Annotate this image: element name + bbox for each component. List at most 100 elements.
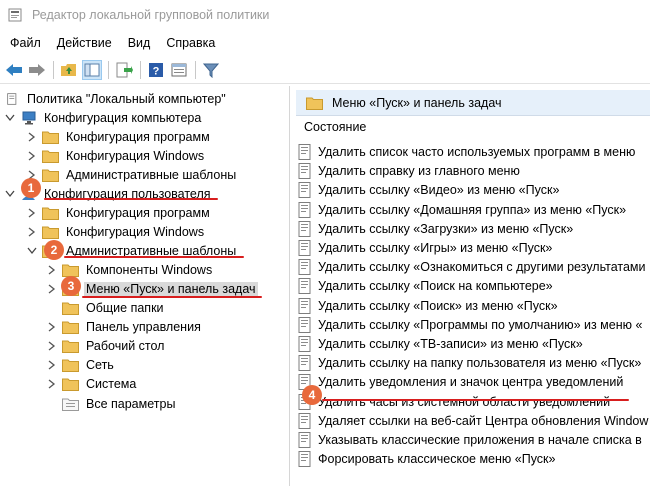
tree-item-cc-admin[interactable]: Административные шаблоны — [26, 165, 238, 184]
policy-row[interactable]: Удалить ссылку «Домашняя группа» из меню… — [298, 200, 626, 219]
tree-item-uc-programs[interactable]: Конфигурация программ — [26, 203, 212, 222]
policy-setting-icon — [298, 143, 311, 160]
policy-row[interactable]: Удалить ссылку «Поиск» из меню «Пуск» — [298, 296, 558, 315]
policy-row[interactable]: Удалить ссылку «Поиск на компьютере» — [298, 276, 553, 295]
column-header-state[interactable]: Состояние — [304, 120, 366, 134]
policy-row[interactable]: Удалить ссылку «Программы по умолчанию» … — [298, 315, 642, 334]
chevron-right-icon[interactable] — [26, 226, 38, 238]
policy-row[interactable]: Удалить ссылку «Видео» из меню «Пуск» — [298, 180, 559, 199]
policy-row[interactable]: Удалить часы из системной области уведом… — [298, 392, 610, 411]
highlight-underline-4 — [322, 399, 629, 401]
menu-action[interactable]: Действие — [49, 36, 120, 50]
forward-button[interactable] — [27, 60, 47, 80]
all-settings-icon — [62, 398, 79, 411]
policy-label: Удалить ссылку «Поиск на компьютере» — [318, 278, 553, 293]
chevron-right-icon[interactable] — [46, 340, 58, 352]
back-button[interactable] — [4, 60, 24, 80]
back-arrow-icon — [6, 63, 22, 76]
toolbar-separator — [195, 60, 196, 79]
policy-label: Удалить список часто используемых програ… — [318, 144, 636, 159]
toolbar: ? — [0, 56, 650, 84]
policy-row[interactable]: Удалить ссылку «Загрузки» из меню «Пуск» — [298, 219, 573, 238]
tree-item-uc-windows[interactable]: Конфигурация Windows — [26, 222, 206, 241]
menu-bar: Файл Действие Вид Справка — [0, 32, 650, 54]
policy-row[interactable]: Удалить ссылку «Ознакомиться с другими р… — [298, 257, 646, 276]
folder-icon — [42, 169, 59, 182]
policy-row[interactable]: Удалить справку из главного меню — [298, 161, 520, 180]
highlight-underline-1 — [44, 198, 218, 200]
tree-item-desktop[interactable]: Рабочий стол — [46, 336, 166, 355]
policy-label: Удалить ссылку «Видео» из меню «Пуск» — [318, 182, 560, 197]
tree-item-all-settings[interactable]: Все параметры — [62, 394, 177, 413]
policy-setting-icon — [298, 239, 311, 256]
policy-setting-icon — [298, 431, 311, 448]
policy-row[interactable]: Удалить ссылку «ТВ-записи» из меню «Пуск… — [298, 334, 583, 353]
tree-label: Компоненты Windows — [86, 262, 213, 277]
tree-item-system[interactable]: Система — [46, 374, 138, 393]
folder-icon — [62, 302, 79, 315]
policy-label: Удалить ссылку «Загрузки» из меню «Пуск» — [318, 221, 574, 236]
tree-item-network[interactable]: Сеть — [46, 355, 116, 374]
policy-label: Удалить ссылку «ТВ-записи» из меню «Пуск… — [318, 336, 583, 351]
toolbar-separator — [140, 60, 141, 79]
tree-label: Система — [86, 376, 137, 391]
chevron-down-icon[interactable] — [4, 112, 16, 124]
menu-help[interactable]: Справка — [158, 36, 223, 50]
policy-label: Удалить часы из системной области уведом… — [318, 394, 611, 409]
policy-setting-icon — [298, 335, 311, 352]
highlight-underline-3 — [82, 296, 262, 298]
show-hide-tree-button[interactable] — [82, 59, 102, 80]
tree-item-cc-windows[interactable]: Конфигурация Windows — [26, 146, 206, 165]
properties-icon — [171, 63, 187, 76]
tree-item-control-panel[interactable]: Панель управления — [46, 317, 203, 336]
filter-icon — [203, 63, 219, 78]
window-title: Редактор локальной групповой политики — [32, 8, 270, 22]
tree-label: Общие папки — [86, 300, 164, 315]
export-list-button[interactable] — [114, 60, 134, 80]
step-badge-4: 4 — [302, 385, 322, 405]
chevron-right-icon[interactable] — [26, 150, 38, 162]
policy-row[interactable]: Форсировать классическое меню «Пуск» — [298, 449, 555, 468]
up-level-button[interactable] — [59, 60, 79, 80]
tree-item-cc-programs[interactable]: Конфигурация программ — [26, 127, 212, 146]
toolbar-separator — [53, 60, 54, 79]
chevron-right-icon[interactable] — [46, 359, 58, 371]
chevron-right-icon[interactable] — [26, 131, 38, 143]
chevron-right-icon[interactable] — [46, 321, 58, 333]
chevron-right-icon[interactable] — [46, 378, 58, 390]
properties-button[interactable] — [169, 60, 189, 80]
tree-item-root[interactable]: Политика "Локальный компьютер" — [6, 89, 228, 108]
policy-setting-icon — [298, 220, 311, 237]
tree-label: Панель управления — [86, 319, 201, 334]
policy-row[interactable]: Удалить список часто используемых програ… — [298, 142, 635, 161]
tree-label: Конфигурация программ — [66, 129, 210, 144]
policy-row[interactable]: Удаляет ссылки на веб-сайт Центра обновл… — [298, 411, 648, 430]
policy-setting-icon — [298, 258, 311, 275]
tree-item-shared-folders[interactable]: Общие папки — [62, 298, 166, 317]
policy-setting-icon — [298, 316, 311, 333]
folder-icon — [306, 97, 323, 110]
chevron-right-icon[interactable] — [26, 207, 38, 219]
menu-file[interactable]: Файл — [0, 36, 49, 50]
policy-label: Удалить справку из главного меню — [318, 163, 520, 178]
help-button[interactable]: ? — [146, 60, 166, 80]
chevron-right-icon[interactable] — [46, 283, 58, 295]
chevron-down-icon[interactable] — [26, 245, 38, 257]
tree-label: Конфигурация Windows — [66, 148, 205, 163]
computer-icon — [22, 111, 36, 124]
policy-row[interactable]: Указывать классические приложения в нача… — [298, 430, 642, 449]
chevron-right-icon[interactable] — [46, 264, 58, 276]
details-header: Меню «Пуск» и панель задач — [296, 90, 650, 116]
policy-label: Удалить ссылку «Ознакомиться с другими р… — [318, 259, 646, 274]
policy-label: Указывать классические приложения в нача… — [318, 432, 642, 447]
policy-row[interactable]: Удалить ссылку «Игры» из меню «Пуск» — [298, 238, 552, 257]
help-icon: ? — [149, 62, 163, 77]
folder-icon — [62, 340, 79, 353]
menu-view[interactable]: Вид — [120, 36, 159, 50]
policy-setting-icon — [298, 181, 311, 198]
chevron-down-icon[interactable] — [4, 188, 16, 200]
policy-row[interactable]: Удалить уведомления и значок центра увед… — [298, 372, 623, 391]
tree-item-computer-config[interactable]: Конфигурация компьютера — [4, 108, 203, 127]
policy-row[interactable]: Удалить ссылку на папку пользователя из … — [298, 353, 641, 372]
filter-button[interactable] — [201, 60, 221, 80]
